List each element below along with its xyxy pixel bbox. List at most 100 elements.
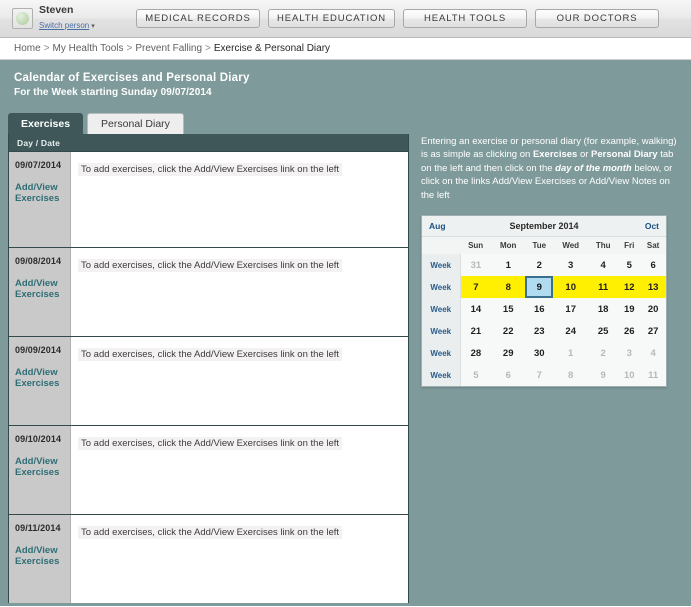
calendar-day[interactable]: 5 — [618, 254, 641, 277]
calendar-day[interactable]: 7 — [460, 276, 492, 299]
breadcrumb-separator: > — [126, 43, 133, 54]
instructions-bold-day-of-month: day of the month — [555, 162, 632, 174]
chevron-down-icon[interactable]: ▾ — [91, 23, 95, 30]
calendar-weekday-fri: Fri — [618, 237, 641, 255]
calendar-week-link[interactable]: Week — [422, 298, 461, 321]
calendar-day[interactable]: 10 — [553, 276, 589, 299]
calendar-day[interactable]: 14 — [460, 298, 492, 321]
calendar-day[interactable]: 29 — [491, 342, 526, 365]
calendar-day[interactable]: 23 — [525, 320, 554, 343]
add-view-exercises-link[interactable]: Add/View Exercises — [15, 182, 70, 204]
breadcrumb-item-home[interactable]: Home — [14, 43, 41, 54]
calendar-week-link[interactable]: Week — [422, 320, 461, 343]
add-view-exercises-link[interactable]: Add/View Exercises — [15, 545, 70, 567]
calendar-day[interactable]: 1 — [491, 254, 526, 277]
add-view-exercises-link[interactable]: Add/View Exercises — [15, 367, 70, 389]
add-view-exercises-link[interactable]: Add/View Exercises — [15, 456, 70, 478]
calendar-weekday-sat: Sat — [640, 237, 666, 255]
calendar-weekday-mon: Mon — [491, 237, 526, 255]
calendar-day[interactable]: 6 — [491, 364, 526, 387]
calendar-day[interactable]: 3 — [553, 254, 589, 277]
row-date-label: 09/08/2014 — [15, 256, 62, 266]
calendar-week-link[interactable]: Week — [422, 342, 461, 365]
calendar-day[interactable]: 1 — [553, 342, 589, 365]
table-cell-content[interactable]: To add exercises, click the Add/View Exe… — [71, 426, 408, 514]
page-title: Calendar of Exercises and Personal Diary — [14, 72, 250, 84]
calendar-week-link[interactable]: Week — [422, 254, 461, 277]
calendar-day[interactable]: 2 — [525, 254, 554, 277]
calendar-day[interactable]: 4 — [640, 342, 666, 365]
calendar-day[interactable]: 24 — [553, 320, 589, 343]
tab-personal-diary[interactable]: Personal Diary — [87, 113, 184, 134]
calendar-day[interactable]: 25 — [588, 320, 619, 343]
table-header-day-date: Day / Date — [17, 137, 61, 148]
add-view-exercises-link[interactable]: Add/View Exercises — [15, 278, 70, 300]
table-row: 09/10/2014 Add/View Exercises To add exe… — [9, 425, 408, 514]
calendar-day-selected[interactable]: 9 — [525, 276, 554, 299]
table-row: 09/08/2014 Add/View Exercises To add exe… — [9, 247, 408, 336]
table-cell-content[interactable]: To add exercises, click the Add/View Exe… — [71, 515, 408, 603]
table-cell-content[interactable]: To add exercises, click the Add/View Exe… — [71, 152, 408, 247]
table-row: 09/07/2014 Add/View Exercises To add exe… — [9, 151, 408, 247]
avatar — [12, 8, 33, 29]
calendar-day[interactable]: 16 — [525, 298, 554, 321]
nav-button-medical-records[interactable]: MEDICAL RECORDS — [136, 9, 260, 28]
calendar-week-row: Week 28 29 30 1 2 3 4 — [422, 342, 666, 365]
calendar-day[interactable]: 26 — [618, 320, 641, 343]
calendar-day[interactable]: 9 — [588, 364, 619, 387]
calendar-day[interactable]: 3 — [618, 342, 641, 365]
calendar-day[interactable]: 27 — [640, 320, 666, 343]
page-title-block: Calendar of Exercises and Personal Diary… — [0, 60, 691, 106]
row-hint-text: To add exercises, click the Add/View Exe… — [78, 526, 343, 539]
calendar-day[interactable]: 8 — [491, 276, 526, 299]
user-account-block[interactable]: Steven Switch person ▾ — [12, 4, 124, 33]
calendar-week-row: Week 7 8 9 10 11 12 13 — [422, 276, 666, 299]
table-cell-content[interactable]: To add exercises, click the Add/View Exe… — [71, 248, 408, 336]
calendar-week-link[interactable]: Week — [422, 364, 461, 387]
calendar-day[interactable]: 10 — [618, 364, 641, 387]
calendar-day[interactable]: 13 — [640, 276, 666, 299]
calendar-day[interactable]: 12 — [618, 276, 641, 299]
calendar-week-row: Week 31 1 2 3 4 5 6 — [422, 254, 666, 277]
calendar-day[interactable]: 22 — [491, 320, 526, 343]
calendar-week-column-header — [422, 237, 460, 255]
calendar-day[interactable]: 6 — [640, 254, 666, 277]
row-hint-text: To add exercises, click the Add/View Exe… — [78, 163, 343, 176]
calendar-day[interactable]: 17 — [553, 298, 589, 321]
breadcrumb-item-my-health-tools[interactable]: My Health Tools — [53, 43, 124, 54]
calendar-day[interactable]: 20 — [640, 298, 666, 321]
instructions-part-2: or — [577, 149, 592, 161]
calendar-day[interactable]: 31 — [460, 254, 492, 277]
calendar-day[interactable]: 18 — [588, 298, 619, 321]
calendar-day[interactable]: 19 — [618, 298, 641, 321]
calendar-day[interactable]: 21 — [460, 320, 492, 343]
nav-button-our-doctors[interactable]: OUR DOCTORS — [535, 9, 660, 28]
calendar-day[interactable]: 30 — [525, 342, 554, 365]
calendar-day[interactable]: 4 — [588, 254, 619, 277]
calendar-prev-month-link[interactable]: Aug — [429, 221, 451, 231]
tab-exercises[interactable]: Exercises — [8, 113, 84, 134]
nav-button-health-tools[interactable]: HEALTH TOOLS — [403, 9, 528, 28]
calendar-day[interactable]: 28 — [460, 342, 492, 365]
calendar-day[interactable]: 15 — [491, 298, 526, 321]
calendar-grid: Sun Mon Tue Wed Thu Fri Sat Week 31 1 2 3 4 5 6… — [422, 237, 666, 387]
main-content-area: Calendar of Exercises and Personal Diary… — [0, 60, 691, 606]
calendar-grid-header: Sun Mon Tue Wed Thu Fri Sat — [422, 237, 666, 255]
table-cell-day: 09/08/2014 Add/View Exercises — [9, 248, 71, 336]
breadcrumb-item-prevent-falling[interactable]: Prevent Falling — [135, 43, 202, 54]
calendar-day[interactable]: 11 — [640, 364, 666, 387]
calendar-day[interactable]: 11 — [588, 276, 619, 299]
calendar-next-month-link[interactable]: Oct — [637, 221, 659, 231]
table-row: 09/11/2014 Add/View Exercises To add exe… — [9, 514, 408, 603]
calendar-day[interactable]: 7 — [525, 364, 554, 387]
primary-nav-buttons: MEDICAL RECORDS HEALTH EDUCATION HEALTH … — [136, 9, 660, 28]
table-cell-content[interactable]: To add exercises, click the Add/View Exe… — [71, 337, 408, 425]
calendar-day[interactable]: 5 — [460, 364, 492, 387]
switch-person-link[interactable]: Switch person — [39, 21, 89, 30]
calendar-day[interactable]: 2 — [588, 342, 619, 365]
calendar-week-link[interactable]: Week — [422, 276, 461, 299]
nav-button-health-education[interactable]: HEALTH EDUCATION — [268, 9, 396, 28]
row-hint-text: To add exercises, click the Add/View Exe… — [78, 348, 343, 361]
calendar-day[interactable]: 8 — [553, 364, 589, 387]
row-date-label: 09/09/2014 — [15, 345, 62, 355]
